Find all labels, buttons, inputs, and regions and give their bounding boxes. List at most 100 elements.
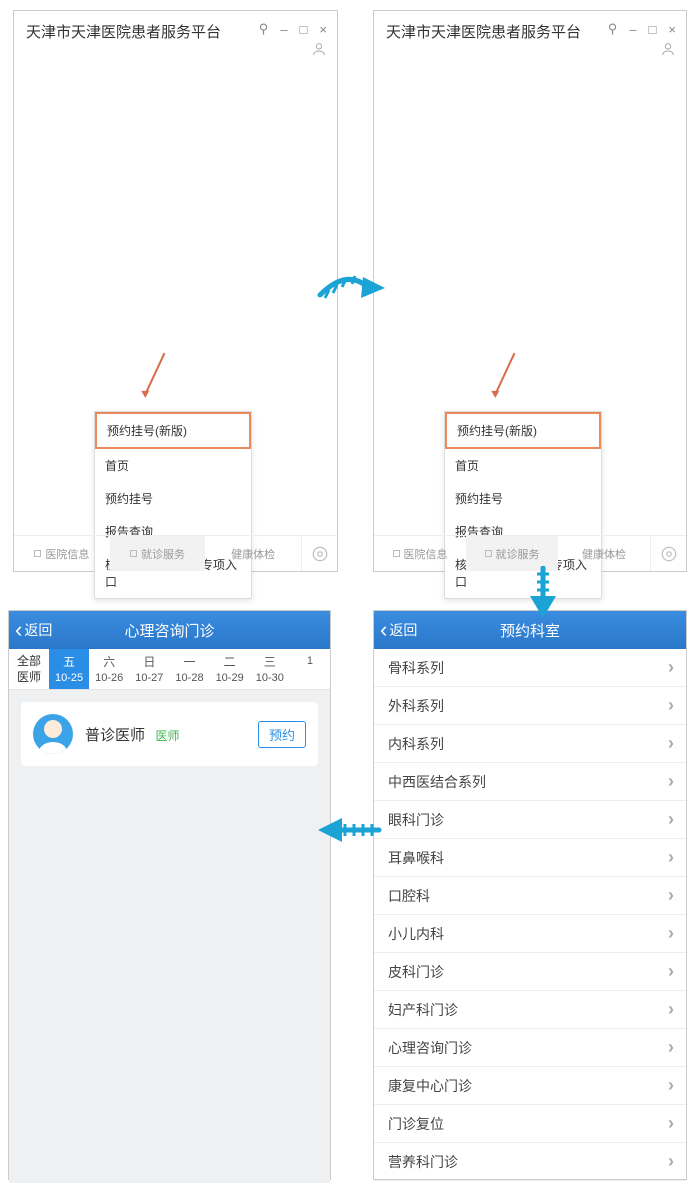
titlebar: 天津市天津医院患者服务平台 ⚲ – □ × <box>14 11 337 55</box>
window-controls: ⚲ – □ × <box>608 21 676 37</box>
calendar-day[interactable]: 三 10-30 <box>250 649 290 689</box>
calendar-day[interactable]: 日10-27 <box>129 649 169 689</box>
department-name: 营养科门诊 <box>388 1152 458 1172</box>
minimize-button[interactable]: – <box>280 22 287 37</box>
tab-hospital-info[interactable]: 医院信息 <box>374 536 466 571</box>
day-date: 10-26 <box>89 672 129 684</box>
header: ‹ 返回 心理咨询门诊 <box>9 611 330 649</box>
avatar <box>33 714 73 754</box>
day-name: 日 <box>129 653 169 670</box>
app-window-2: 天津市天津医院患者服务平台 ⚲ – □ × 预约挂号(新版) 首页 预约挂号 报… <box>373 10 687 572</box>
flow-arrow-left-icon <box>314 810 384 855</box>
minimize-button[interactable]: – <box>629 22 636 37</box>
annotation-arrow-icon <box>495 353 516 395</box>
maximize-button[interactable]: □ <box>300 22 308 37</box>
department-row[interactable]: 内科系列 › <box>374 725 686 763</box>
menu-item[interactable]: 首页 <box>445 449 601 482</box>
department-row[interactable]: 眼科门诊› <box>374 801 686 839</box>
day-date: 1 <box>290 655 330 667</box>
day-name: 三 <box>250 653 290 670</box>
calendar-day[interactable]: 二 10-29 <box>210 649 250 689</box>
menu-item-highlighted[interactable]: 预约挂号(新版) <box>95 412 251 449</box>
app-window-1: 天津市天津医院患者服务平台 ⚲ – □ × 预约挂号(新版) 首页 预约挂号 报… <box>13 10 338 572</box>
calendar-day[interactable]: 六10-26 <box>89 649 129 689</box>
department-name: 耳鼻喉科 <box>388 848 444 868</box>
tab-service[interactable]: 就诊服务 <box>110 536 206 571</box>
department-row[interactable]: 骨科系列 › <box>374 649 686 687</box>
user-icon[interactable] <box>660 41 676 57</box>
day-date: 10-29 <box>210 672 250 684</box>
day-date: 10-25 <box>49 672 89 684</box>
chevron-right-icon: › <box>668 657 674 678</box>
doctor-card: 普诊医师 医师 预约 <box>21 702 318 766</box>
chevron-right-icon: › <box>668 923 674 944</box>
department-name: 外科系列 <box>388 696 444 716</box>
menu-item[interactable]: 预约挂号 <box>445 482 601 515</box>
tab-more[interactable] <box>650 536 686 571</box>
tab-more[interactable] <box>301 536 337 571</box>
chevron-right-icon: › <box>668 695 674 716</box>
day-date: 10-28 <box>169 672 209 684</box>
chevron-right-icon: › <box>668 961 674 982</box>
tab-label: 健康体检 <box>231 546 275 562</box>
day-name: 五 <box>49 653 89 670</box>
annotation-arrow-icon <box>145 353 166 395</box>
tab-label: 就诊服务 <box>496 546 540 562</box>
user-icon[interactable] <box>311 41 327 57</box>
department-name: 内科系列 <box>388 734 444 754</box>
department-row[interactable]: 小儿内科 › <box>374 915 686 953</box>
department-name: 小儿内科 <box>388 924 444 944</box>
department-row[interactable]: 门诊复位› <box>374 1105 686 1143</box>
chevron-right-icon: › <box>668 885 674 906</box>
department-row[interactable]: 口腔科 › <box>374 877 686 915</box>
calendar-day[interactable]: 一 10-28 <box>169 649 209 689</box>
chevron-right-icon: › <box>668 809 674 830</box>
calendar-day[interactable]: 五 10-25 <box>49 649 89 689</box>
menu-item[interactable]: 首页 <box>95 449 251 482</box>
tab-label: 健康体检 <box>582 546 626 562</box>
bottom-tabs: 医院信息 就诊服务 健康体检 <box>14 535 337 571</box>
tab-health[interactable]: 健康体检 <box>205 536 301 571</box>
department-row[interactable]: 外科系列 › <box>374 687 686 725</box>
label: 医师 <box>17 669 41 685</box>
chevron-right-icon: › <box>668 1151 674 1172</box>
close-button[interactable]: × <box>319 22 327 37</box>
department-row[interactable]: 中西医结合系列› <box>374 763 686 801</box>
department-row[interactable]: 营养科门诊 › <box>374 1143 686 1181</box>
department-row[interactable]: 耳鼻喉科 › <box>374 839 686 877</box>
department-name: 口腔科 <box>388 886 430 906</box>
pin-icon[interactable]: ⚲ <box>608 21 618 37</box>
flow-arrow-down-icon <box>518 566 568 626</box>
calendar-days: 五 10-25六10-26日10-27一 10-28二 10-29三 10-301 <box>49 649 330 689</box>
tab-label: 医院信息 <box>45 546 89 562</box>
label: 全部 <box>17 653 41 669</box>
chevron-right-icon: › <box>668 771 674 792</box>
department-row[interactable]: 妇产科门诊› <box>374 991 686 1029</box>
doctor-info: 普诊医师 医师 <box>85 724 179 745</box>
app-title: 天津市天津医院患者服务平台 <box>26 21 259 42</box>
chevron-right-icon: › <box>668 847 674 868</box>
department-name: 骨科系列 <box>388 658 444 678</box>
app-title: 天津市天津医院患者服务平台 <box>386 21 608 42</box>
department-name: 门诊复位 <box>388 1114 444 1134</box>
calendar-filter[interactable]: 全部 医师 <box>9 649 49 689</box>
pin-icon[interactable]: ⚲ <box>259 21 269 37</box>
department-row[interactable]: 康复中心门诊› <box>374 1067 686 1105</box>
chevron-right-icon: › <box>668 999 674 1020</box>
department-row[interactable]: 皮科门诊› <box>374 953 686 991</box>
calendar-day[interactable]: 1 <box>290 649 330 689</box>
clinic-screen: ‹ 返回 心理咨询门诊 全部 医师 五10-25六10-26日10-27一10-… <box>8 610 331 1180</box>
day-name: 一 <box>169 653 209 670</box>
tab-health[interactable]: 健康体检 <box>558 536 650 571</box>
day-name: 二 <box>210 653 250 670</box>
tab-hospital-info[interactable]: 医院信息 <box>14 536 110 571</box>
maximize-button[interactable]: □ <box>649 22 657 37</box>
menu-item[interactable]: 预约挂号 <box>95 482 251 515</box>
day-date: 10-30 <box>250 672 290 684</box>
department-row[interactable]: 心理咨询门诊› <box>374 1029 686 1067</box>
close-button[interactable]: × <box>668 22 676 37</box>
book-button[interactable]: 预约 <box>258 721 306 748</box>
chevron-right-icon: › <box>668 733 674 754</box>
menu-item-highlighted[interactable]: 预约挂号(新版) <box>445 412 601 449</box>
doctor-tag: 医师 <box>155 729 179 743</box>
